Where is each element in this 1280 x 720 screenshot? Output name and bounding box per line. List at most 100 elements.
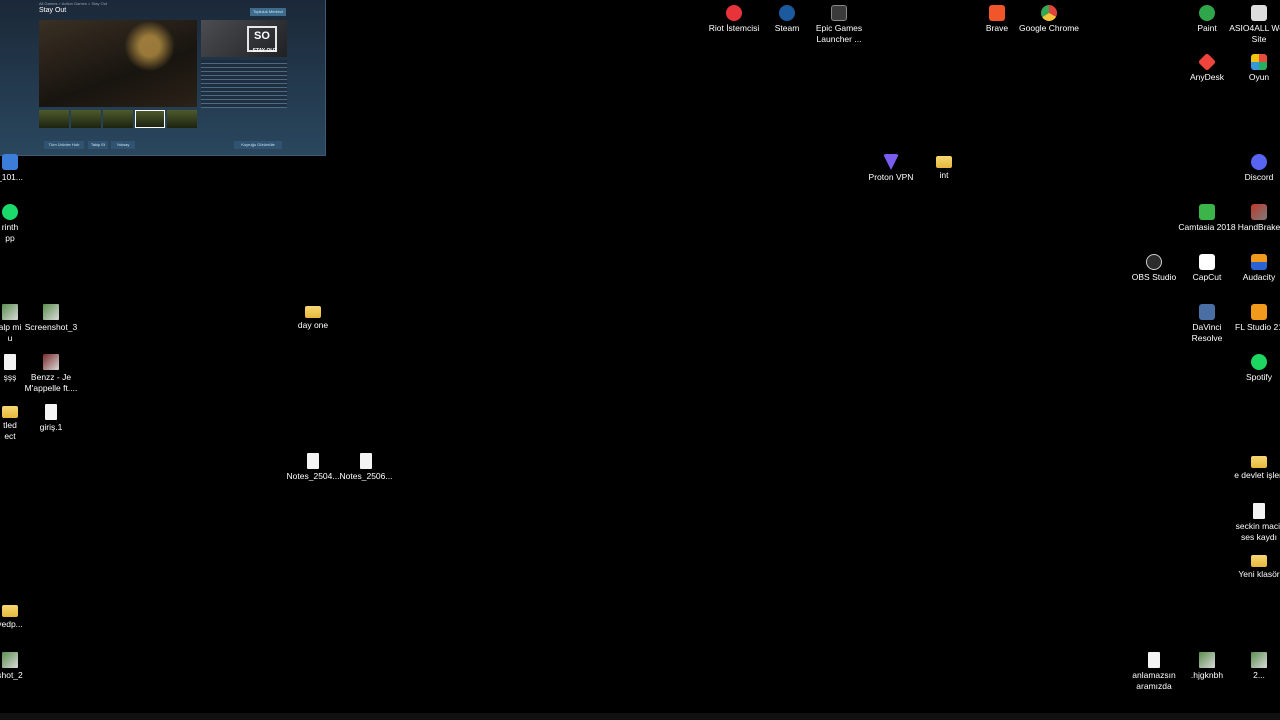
obs-icon bbox=[1146, 254, 1162, 270]
desktop-icon-anlamazsin[interactable]: anlamazsın aramızda bbox=[1124, 652, 1184, 691]
spotify-icon bbox=[1251, 354, 1267, 370]
icon-label: DaVinci Resolve bbox=[1191, 322, 1223, 343]
icon-label: Camtasia 2018 bbox=[1178, 222, 1236, 232]
discord-icon bbox=[1251, 154, 1267, 170]
image-file-icon bbox=[1251, 652, 1267, 668]
steam-preview-window[interactable]: All Games > Action Games > Stay Out Stay… bbox=[0, 0, 326, 156]
capcut-icon bbox=[1199, 254, 1215, 270]
handbrake-icon bbox=[1251, 204, 1267, 220]
paint-icon bbox=[1199, 5, 1215, 21]
icon-label: 2... bbox=[1253, 670, 1265, 680]
desktop-icon-obs[interactable]: OBS Studio bbox=[1124, 254, 1184, 283]
desktop-icon-seckin[interactable]: seckin macit ses kaydı bbox=[1229, 503, 1280, 542]
steam-icon bbox=[779, 5, 795, 21]
desktop-icon-davinci[interactable]: DaVinci Resolve bbox=[1177, 304, 1237, 343]
folder-icon bbox=[1251, 555, 1267, 567]
icon-label: Audacity bbox=[1242, 272, 1276, 282]
web-link-icon bbox=[1251, 5, 1267, 21]
desktop-icon-edevlet[interactable]: e devlet işleri bbox=[1229, 454, 1280, 481]
icon-label: OBS Studio bbox=[1131, 272, 1177, 282]
icon-label: Discord bbox=[1244, 172, 1274, 182]
desktop-icon-notes2[interactable]: Notes_2506... bbox=[336, 453, 396, 482]
thumbnail[interactable] bbox=[71, 110, 101, 128]
desktop-icon-paint[interactable]: Paint bbox=[1177, 5, 1237, 34]
desktop-icon-flstudio[interactable]: FL Studio 21 bbox=[1229, 304, 1280, 333]
game-folder-icon bbox=[1251, 54, 1267, 70]
community-hub-button[interactable]: Topluluk Merkezi bbox=[250, 8, 286, 16]
desktop-icon-hjgknbh[interactable]: .hjgknbh bbox=[1177, 652, 1237, 681]
thumbnail[interactable] bbox=[39, 110, 69, 128]
desktop-icon-two[interactable]: 2... bbox=[1229, 652, 1280, 681]
modrinth-icon bbox=[2, 204, 18, 220]
icon-label: Yeni klasör bbox=[1238, 569, 1280, 579]
thumbnail[interactable] bbox=[103, 110, 133, 128]
icon-label: anlamazsın aramızda bbox=[1132, 670, 1176, 691]
folder-icon bbox=[2, 406, 18, 418]
desktop-icon-yeniklasor[interactable]: Yeni klasör bbox=[1229, 553, 1280, 580]
icon-label: Spotify bbox=[1246, 372, 1272, 382]
icon-label: Riot İstemcisi bbox=[708, 23, 760, 33]
icon-label: Proton VPN bbox=[868, 172, 914, 182]
desktop-icon-spotify[interactable]: Spotify bbox=[1229, 354, 1280, 383]
desktop-icon-epic[interactable]: Epic Games Launcher ... bbox=[809, 5, 869, 44]
icon-label: FL Studio 21 bbox=[1235, 322, 1280, 332]
icon-label: Screenshot_3 bbox=[24, 322, 78, 332]
icon-label: _101... bbox=[0, 172, 23, 182]
desktop-icon-int[interactable]: int bbox=[914, 154, 974, 181]
file-icon bbox=[4, 354, 16, 370]
folder-icon bbox=[1251, 456, 1267, 468]
icon-label: ASIO4ALL Web Site bbox=[1229, 23, 1280, 44]
icon-label: Benzz - Je M'appelle ft.... bbox=[24, 372, 78, 393]
desktop-icon-giris[interactable]: giriş.1 bbox=[21, 404, 81, 433]
game-screenshot bbox=[39, 20, 197, 107]
app-icon bbox=[2, 154, 18, 170]
desktop-icon-handbrake[interactable]: HandBrake bbox=[1229, 204, 1280, 233]
file-icon bbox=[307, 453, 319, 469]
desktop-icon-left2[interactable]: rinth pp bbox=[0, 204, 40, 243]
icon-label: HandBrake bbox=[1237, 222, 1280, 232]
image-file-icon bbox=[1199, 652, 1215, 668]
desktop-icon-left1[interactable]: _101... bbox=[0, 154, 40, 183]
desktop-icon-discord[interactable]: Discord bbox=[1229, 154, 1280, 183]
desktop-icon-screenshot3[interactable]: Screenshot_3 bbox=[21, 304, 81, 333]
riot-icon bbox=[726, 5, 742, 21]
icon-label: rinth pp bbox=[1, 222, 19, 243]
icon-label: Epic Games Launcher ... bbox=[815, 23, 863, 44]
desktop-icon-left6[interactable]: yedp... bbox=[0, 603, 40, 630]
icon-label: int bbox=[939, 170, 949, 180]
icon-label: shot_2 bbox=[0, 670, 23, 680]
icon-label: yedp... bbox=[0, 619, 23, 629]
screenshot-strip bbox=[39, 110, 287, 128]
desktop-icon-asio[interactable]: ASIO4ALL Web Site bbox=[1229, 5, 1280, 44]
anydesk-icon bbox=[1197, 52, 1217, 72]
thumbnail-selected[interactable] bbox=[135, 110, 165, 128]
desktop-icon-audacity[interactable]: Audacity bbox=[1229, 254, 1280, 283]
ignore-button[interactable]: Yoksay bbox=[111, 141, 135, 149]
desktop-icon-riot[interactable]: Riot İstemcisi bbox=[704, 5, 764, 34]
desktop-icon-anydesk[interactable]: AnyDesk bbox=[1177, 52, 1237, 83]
thumbnail[interactable] bbox=[167, 110, 197, 128]
desktop-icon-oyun[interactable]: Oyun bbox=[1229, 54, 1280, 83]
desktop-icon-camtasia[interactable]: Camtasia 2018 bbox=[1177, 204, 1237, 233]
folder-icon bbox=[936, 156, 952, 168]
follow-button[interactable]: Takip Et bbox=[88, 141, 108, 149]
desktop-icon-dayone[interactable]: day one bbox=[283, 304, 343, 331]
desktop-icon-left7[interactable]: shot_2 bbox=[0, 652, 40, 681]
desktop-icon-proton[interactable]: Proton VPN bbox=[861, 154, 921, 183]
desktop-icon-notes1[interactable]: Notes_2504... bbox=[283, 453, 343, 482]
desktop-icon-brave[interactable]: Brave bbox=[967, 5, 1027, 34]
folder-icon bbox=[305, 306, 321, 318]
image-file-icon bbox=[43, 304, 59, 320]
game-description bbox=[201, 60, 287, 108]
desktop-icon-benzz[interactable]: Benzz - Je M'appelle ft.... bbox=[21, 354, 81, 393]
icon-label: day one bbox=[297, 320, 329, 330]
desktop-icon-steam[interactable]: Steam bbox=[757, 5, 817, 34]
all-products-button[interactable]: Tüm Ürünler Hub bbox=[44, 141, 84, 149]
desktop-icon-capcut[interactable]: CapCut bbox=[1177, 254, 1237, 283]
desktop-icon-chrome[interactable]: Google Chrome bbox=[1019, 5, 1079, 34]
icon-label: AnyDesk bbox=[1189, 72, 1224, 82]
taskbar-edge bbox=[0, 713, 1280, 720]
file-icon bbox=[1148, 652, 1160, 668]
view-queue-button[interactable]: Kuyruğu Görüntüle bbox=[234, 141, 282, 149]
image-file-icon bbox=[2, 652, 18, 668]
